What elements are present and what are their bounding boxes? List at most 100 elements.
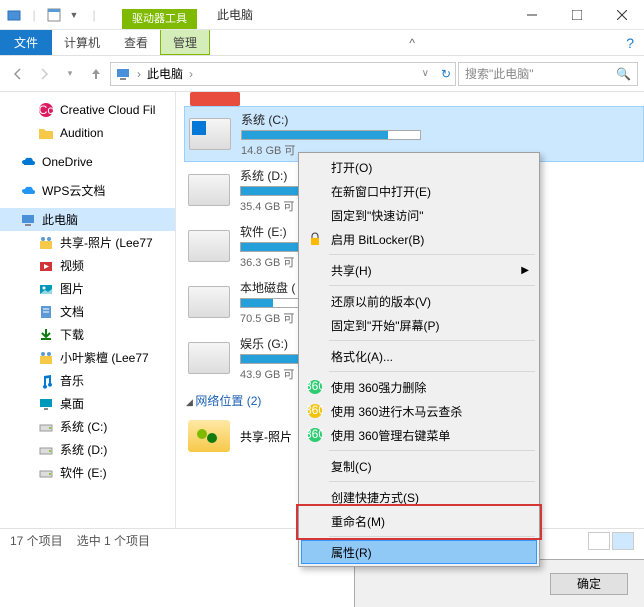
forward-button[interactable] xyxy=(32,62,56,86)
menu-item[interactable]: 360使用 360强力删除 xyxy=(301,375,537,399)
minimize-button[interactable] xyxy=(509,0,554,30)
window-buttons xyxy=(509,0,644,30)
tree-item[interactable]: 音乐 xyxy=(0,369,175,392)
tab-manage[interactable]: 管理 xyxy=(160,30,210,55)
menu-item[interactable]: 创建快捷方式(S) xyxy=(301,485,537,509)
qat-btn[interactable] xyxy=(46,7,62,23)
tree-label: WPS云文档 xyxy=(42,182,105,199)
tree-label: 视频 xyxy=(60,257,84,274)
ok-button[interactable]: 确定 xyxy=(550,573,628,595)
360-icon: 360 xyxy=(307,379,323,395)
tree-item[interactable]: 图片 xyxy=(0,277,175,300)
search-input[interactable]: 搜索"此电脑" 🔍 xyxy=(458,62,638,86)
tab-computer[interactable]: 计算机 xyxy=(52,30,112,55)
back-button[interactable] xyxy=(6,62,30,86)
search-icon: 🔍 xyxy=(616,67,631,81)
tree-item[interactable]: 系统 (D:) xyxy=(0,438,175,461)
menu-label: 在新窗口中打开(E) xyxy=(331,183,431,200)
menu-separator xyxy=(329,254,535,255)
tree-label: 桌面 xyxy=(60,395,84,412)
refresh-icon[interactable]: ↻ xyxy=(441,67,451,81)
menu-label: 还原以前的版本(V) xyxy=(331,293,431,310)
menu-item[interactable]: 格式化(A)... xyxy=(301,344,537,368)
share-icon xyxy=(38,350,54,366)
file-tab[interactable]: 文件 xyxy=(0,30,52,55)
tab-view[interactable]: 查看 xyxy=(112,30,160,55)
menu-label: 创建快捷方式(S) xyxy=(331,489,419,506)
tree-label: 下载 xyxy=(60,326,84,343)
breadcrumb[interactable]: 此电脑 xyxy=(147,65,183,82)
tree-item[interactable]: OneDrive xyxy=(0,150,175,173)
menu-label: 复制(C) xyxy=(331,458,372,475)
svg-text:Cc: Cc xyxy=(39,103,54,117)
up-button[interactable] xyxy=(84,62,108,86)
menu-item[interactable]: 复制(C) xyxy=(301,454,537,478)
tree-label: 系统 (C:) xyxy=(60,418,107,435)
nav-tree: CcCreative Cloud FilAudition OneDrive WPS云… xyxy=(0,92,176,528)
menu-label: 打开(O) xyxy=(331,159,372,176)
menu-item[interactable]: 共享(H)▶ xyxy=(301,258,537,282)
help-icon[interactable]: ? xyxy=(614,30,644,55)
tree-item[interactable]: 视频 xyxy=(0,254,175,277)
tree-label: 图片 xyxy=(60,280,84,297)
tree-item[interactable]: CcCreative Cloud Fil xyxy=(0,98,175,121)
context-menu: 打开(O) 在新窗口中打开(E) 固定到"快速访问" 启用 BitLocker(B) 共… xyxy=(298,152,540,567)
menu-item[interactable]: 启用 BitLocker(B) xyxy=(301,227,537,251)
svg-text:360: 360 xyxy=(307,403,323,417)
recent-button[interactable]: ▾ xyxy=(58,62,82,86)
tree-label: 此电脑 xyxy=(42,211,78,228)
360y-icon: 360 xyxy=(307,403,323,419)
menu-label: 固定到"快速访问" xyxy=(331,207,424,224)
navbar: ▾ › 此电脑 › ∨ ↻ 搜索"此电脑" 🔍 xyxy=(0,56,644,92)
tree-item[interactable]: 文档 xyxy=(0,300,175,323)
tiles-view-button[interactable] xyxy=(612,532,634,550)
menu-item[interactable]: 在新窗口中打开(E) xyxy=(301,179,537,203)
drive-icon xyxy=(38,419,54,435)
address-dropdown-icon[interactable]: ∨ xyxy=(422,68,429,79)
details-view-button[interactable] xyxy=(588,532,610,550)
360g-icon: 360 xyxy=(307,427,323,443)
context-tab-label: 驱动器工具 xyxy=(122,9,197,29)
drive-icon xyxy=(188,230,230,262)
share-icon xyxy=(38,235,54,251)
menu-item[interactable]: 360使用 360进行木马云查杀 xyxy=(301,399,537,423)
menu-item[interactable]: 打开(O) xyxy=(301,155,537,179)
pictures-icon xyxy=(38,281,54,297)
tree-item[interactable]: Audition xyxy=(0,121,175,144)
context-tab-group: 驱动器工具 xyxy=(122,0,197,29)
tree-label: 共享-照片 (Lee77 xyxy=(60,234,153,251)
qat-dropdown-icon[interactable]: ▼ xyxy=(66,7,82,23)
maximize-button[interactable] xyxy=(554,0,599,30)
bitlocker-icon xyxy=(307,231,323,247)
desktop-icon xyxy=(38,396,54,412)
drive-icon xyxy=(188,342,230,374)
menu-separator xyxy=(329,285,535,286)
menu-item[interactable]: 重命名(M) xyxy=(301,509,537,533)
close-button[interactable] xyxy=(599,0,644,30)
breadcrumb-separator: › xyxy=(137,67,141,81)
tree-item[interactable]: 共享-照片 (Lee77 xyxy=(0,231,175,254)
qat-sep: | xyxy=(86,7,102,23)
menu-separator xyxy=(329,371,535,372)
ribbon-collapse-icon[interactable]: ^ xyxy=(401,30,423,55)
menu-separator xyxy=(329,536,535,537)
tree-item[interactable]: 软件 (E:) xyxy=(0,461,175,484)
menu-item[interactable]: 固定到"开始"屏幕(P) xyxy=(301,313,537,337)
tree-item[interactable]: 此电脑 xyxy=(0,208,175,231)
menu-item[interactable]: 固定到"快速访问" xyxy=(301,203,537,227)
menu-item[interactable]: 360使用 360管理右键菜单 xyxy=(301,423,537,447)
menu-item[interactable]: 属性(R) xyxy=(301,540,537,564)
tree-item[interactable]: WPS云文档 xyxy=(0,179,175,202)
window-title: 此电脑 xyxy=(217,6,253,23)
tree-item[interactable]: 小叶紫檀 (Lee77 xyxy=(0,346,175,369)
drive-icon xyxy=(188,174,230,206)
tree-item[interactable]: 下载 xyxy=(0,323,175,346)
tree-label: 音乐 xyxy=(60,372,84,389)
tree-item[interactable]: 系统 (C:) xyxy=(0,415,175,438)
menu-label: 格式化(A)... xyxy=(331,348,393,365)
address-bar[interactable]: › 此电脑 › ∨ ↻ xyxy=(110,62,456,86)
view-buttons xyxy=(588,532,634,550)
tree-item[interactable]: 桌面 xyxy=(0,392,175,415)
menu-item[interactable]: 还原以前的版本(V) xyxy=(301,289,537,313)
drive-usage-bar xyxy=(241,130,421,140)
